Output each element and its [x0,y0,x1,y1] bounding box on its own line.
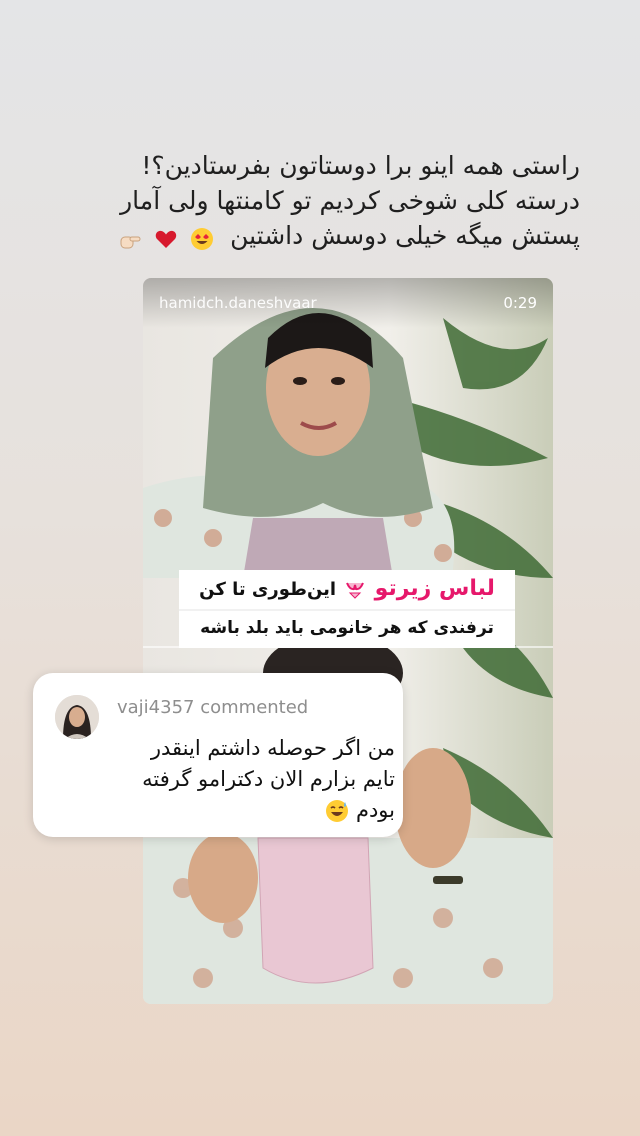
creator-handle[interactable]: hamidch.daneshvaar [159,294,317,312]
caption-emojis [116,220,216,255]
avatar-image [55,695,99,739]
comment-sticker[interactable]: vaji4357 commented من اگر حوصله داشتم ای… [33,673,403,837]
video-duration: 0:29 [503,294,537,312]
video-title-banner: لباس زیرتو این‌طوری تا کن ترفندی که هر خ… [179,570,515,648]
caption-line-2: درسته کلی شوخی کردیم تو کامنتها ولی آمار [120,186,580,215]
comment-line-1: من اگر حوصله داشتم اینقدر [150,736,395,760]
comment-line-2: تایم بزارم الان دکترامو گرفته [142,767,395,791]
story-caption: راستی همه اینو برا دوستاتون بفرستادین؟! … [40,148,580,255]
bikini-icon [346,582,365,599]
caption-line-1: راستی همه اینو برا دوستاتون بفرستادین؟! [141,151,580,180]
comment-username[interactable]: vaji4357 commented [117,697,308,718]
sweat-smile-icon [326,800,349,822]
comment-line-3: بودم [103,795,395,826]
reel-post[interactable]: hamidch.daneshvaar 0:29 لباس زیرتو این‌ط… [143,278,553,1004]
banner-subtitle: ترفندی که هر خانومی باید بلد باشه [179,609,515,645]
red-heart-icon [155,230,177,248]
caption-line-3-text: پستش میگه خیلی دوسش داشتین [230,221,580,250]
banner-title-pink: لباس زیرتو [374,576,495,601]
avatar[interactable] [55,695,99,739]
caption-line-3: پستش میگه خیلی دوسش داشتین [40,218,580,255]
heart-eyes-icon [191,227,214,250]
comment-text: من اگر حوصله داشتم اینقدر تایم بزارم الا… [103,733,395,826]
banner-title-rest: این‌طوری تا کن [199,579,337,600]
comment-line-3-text: بودم [355,798,395,822]
banner-title: لباس زیرتو این‌طوری تا کن [179,570,515,609]
pointing-hand-icon [120,236,141,248]
